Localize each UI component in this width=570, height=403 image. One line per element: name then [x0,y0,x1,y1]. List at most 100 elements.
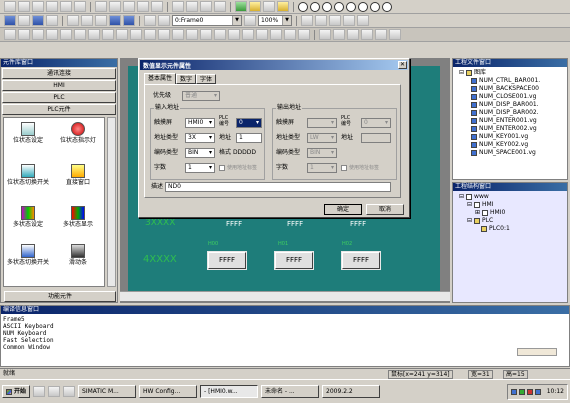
canvas-button-1[interactable]: FFFF [208,252,246,269]
print-icon[interactable] [46,15,58,26]
lib-item-multi-set[interactable]: 多状态设定 [4,206,52,228]
line-width-icon[interactable] [315,15,327,26]
same-size-icon[interactable] [123,1,135,12]
out-touch-select[interactable]: ▾ [307,118,337,128]
quicklaunch-desktop-icon[interactable] [48,386,61,397]
pattern-icon-8[interactable] [102,29,114,40]
pattern-icon-15[interactable] [200,29,212,40]
priority-select[interactable]: 普通 ▾ [182,91,220,101]
pattern-icon-10[interactable] [130,29,142,40]
file-item[interactable]: NUM_CTRL_BAR001. [459,77,567,85]
tab-basic[interactable]: 基本属性 [144,73,177,84]
ungroup-icon[interactable] [214,1,226,12]
output-use-label-checkbox[interactable] [341,165,347,171]
grid-icon-4[interactable] [361,29,373,40]
pattern-icon-18[interactable] [242,29,254,40]
frame-select[interactable]: 0:Frame0 ▼ [172,15,242,26]
ime-toolbar[interactable] [517,348,557,356]
lib-item-bit-set[interactable]: 位状态设定 [4,122,52,144]
out-addr-type-select[interactable]: LW ▾ [307,133,337,143]
tree-hmi0[interactable]: ⊞ HMI0 [459,209,567,217]
file-item[interactable]: NUM_CLOSE001.vg [459,93,567,101]
pattern-icon-20[interactable] [270,29,282,40]
quicklaunch-media-icon[interactable] [63,386,76,397]
pattern-icon-5[interactable] [60,29,72,40]
pattern-icon-22[interactable] [298,29,310,40]
lib-tab-plc[interactable]: PLC [2,92,116,103]
align-right-icon[interactable] [32,1,44,12]
tree-www[interactable]: ⊟ www [459,193,567,201]
save-icon[interactable] [32,15,44,26]
task-untitled[interactable]: 未命名 - ... [261,385,320,398]
file-item[interactable]: NUM_DISP_BAR001. [459,101,567,109]
addr-type-select[interactable]: 3X ▾ [185,133,215,143]
tab-number[interactable]: 数字 [176,74,197,84]
h-space-icon[interactable] [137,1,149,12]
canvas-h-scrollbar[interactable] [120,291,450,301]
out-code-type-select[interactable]: BIN ▾ [307,148,337,158]
prev-frame-icon[interactable] [144,15,156,26]
pattern-icon-6[interactable] [74,29,86,40]
zoom-icon[interactable] [244,15,256,26]
quicklaunch-ie-icon[interactable] [33,386,46,397]
lib-item-bit-lamp[interactable]: 位状态指示灯 [54,122,102,144]
pattern-icon-19[interactable] [256,29,268,40]
v-space-icon[interactable] [151,1,163,12]
arrow3-icon[interactable] [357,15,369,26]
lamp-icon[interactable] [235,1,247,12]
radio-icon-7[interactable] [370,1,380,12]
tray-app-icon[interactable] [526,388,533,395]
file-item[interactable]: NUM_KEY002.vg [459,141,567,149]
align-center-icon[interactable] [18,1,30,12]
out-plc-no-select[interactable]: 0 ▾ [361,118,391,128]
tree-plc[interactable]: ⊟ PLC [459,217,567,225]
pattern-icon-12[interactable] [158,29,170,40]
download-icon[interactable] [123,15,135,26]
ok-button[interactable]: 确定 [324,204,362,215]
line-style-icon[interactable] [301,15,313,26]
task-simatic[interactable]: SIMATIC M... [78,385,137,398]
radio-icon-6[interactable] [358,1,368,12]
lib-tab-hmi[interactable]: HMI [2,80,116,91]
tree-plc0[interactable]: PLC0:1 [459,225,567,233]
tray-ime-icon[interactable] [534,388,541,395]
pattern-icon-1[interactable] [4,29,16,40]
arrow-icon[interactable] [329,15,341,26]
pattern-icon-2[interactable] [18,29,30,40]
out-addr-input[interactable] [361,133,391,143]
desc-input[interactable]: ND0 [165,182,391,192]
radio-icon-8[interactable] [382,1,392,12]
zoom-select[interactable]: 100% ▼ [258,15,292,26]
file-item[interactable]: NUM_KEY001.vg [459,133,567,141]
tree-root[interactable]: ⊟ 图库 [459,69,567,77]
align-top-icon[interactable] [46,1,58,12]
file-item[interactable]: NUM_ENTER002.vg [459,125,567,133]
file-item[interactable]: NUM_ENTER001.vg [459,117,567,125]
cut-icon[interactable] [67,15,79,26]
cancel-button[interactable]: 取消 [366,204,404,215]
radio-icon-3[interactable] [322,1,332,12]
pattern-icon-16[interactable] [214,29,226,40]
pattern-icon-14[interactable] [186,29,198,40]
key-icon[interactable] [249,1,261,12]
compile-icon[interactable] [109,15,121,26]
arrow2-icon[interactable] [343,15,355,26]
pattern-icon-7[interactable] [88,29,100,40]
align-left-icon[interactable] [4,1,16,12]
group-icon[interactable] [200,1,212,12]
grid-icon-6[interactable] [389,29,401,40]
lib-item-multi-display[interactable]: 多状态显示 [54,206,102,228]
plc-no-select[interactable]: 0 ▾ [236,118,262,128]
canvas-button-3[interactable]: FFFF [342,252,380,269]
start-button[interactable]: 开始 [2,385,31,398]
lib-item-slider[interactable]: 滑动条 [54,244,102,266]
lock-icon[interactable] [277,1,289,12]
canvas-button-2[interactable]: FFFF [275,252,313,269]
out-words-select[interactable]: 1 ▾ [307,163,337,173]
paste-icon[interactable] [95,15,107,26]
radio-icon-4[interactable] [334,1,344,12]
pattern-icon-4[interactable] [46,29,58,40]
addr-input[interactable]: 1 [236,133,262,143]
grid-icon-1[interactable] [319,29,331,40]
align-bottom-icon[interactable] [74,1,86,12]
